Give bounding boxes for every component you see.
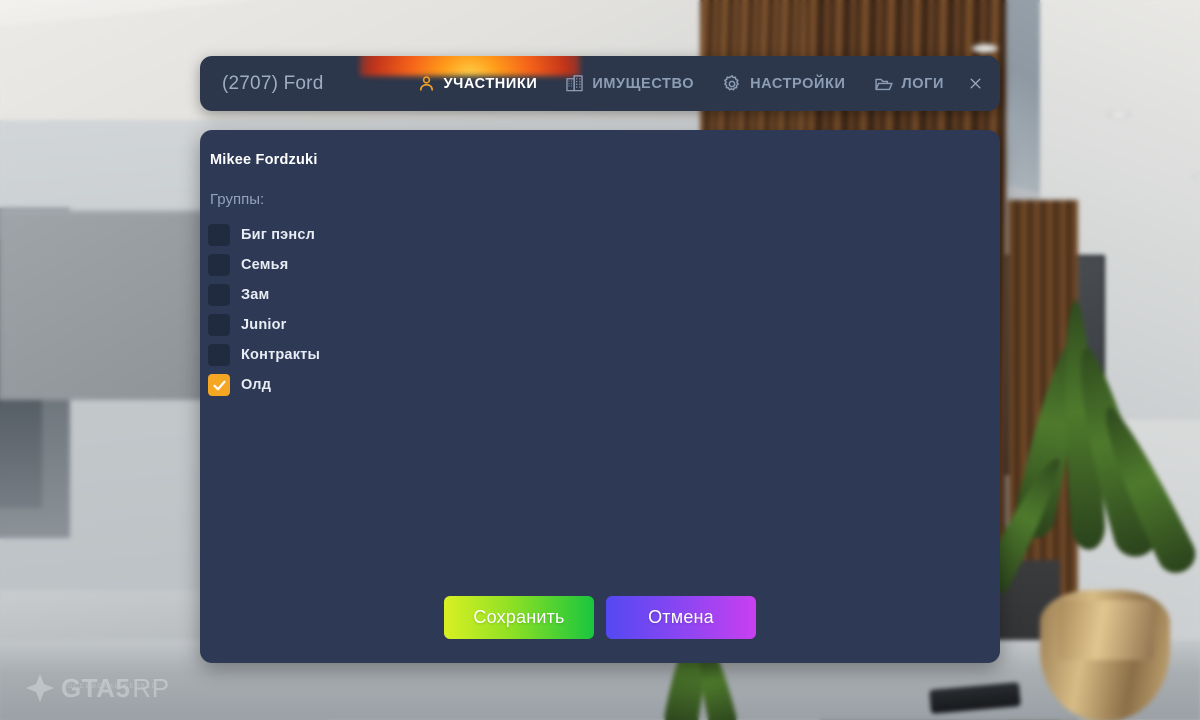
- gta5rp-watermark: GTA5RP РОССИЙСКИЙ СЕРВЕР: [26, 674, 170, 702]
- group-row-old[interactable]: Олд: [208, 374, 320, 396]
- group-label-semya: Семья: [241, 257, 289, 273]
- tab-settings[interactable]: НАСТРОЙКИ: [708, 56, 859, 111]
- action-button-row: Сохранить Отмена: [200, 596, 1000, 639]
- building-icon: [565, 74, 584, 93]
- ceiling-spotlight: [1106, 110, 1132, 119]
- wall-monitor: [0, 210, 230, 400]
- groups-section-label: Группы:: [210, 191, 265, 208]
- save-button[interactable]: Сохранить: [444, 596, 594, 639]
- group-row-zam[interactable]: Зам: [208, 284, 320, 306]
- group-label-zam: Зам: [241, 287, 270, 303]
- tab-logs[interactable]: ЛОГИ: [860, 56, 959, 111]
- ceiling-spotlight: [972, 44, 998, 53]
- group-label-kontrakty: Контракты: [241, 347, 321, 363]
- tab-property-label: ИМУЩЕСТВО: [592, 75, 695, 92]
- watermark-tagline: РОССИЙСКИЙ СЕРВЕР: [62, 684, 158, 690]
- star-icon: [26, 674, 54, 702]
- tab-bar: УЧАСТНИКИ ИМУЩЕСТВО НАСТРОЙКИ ЛОГИ: [403, 56, 1001, 111]
- checkbox-junior[interactable]: [208, 314, 230, 336]
- checkbox-kontrakty[interactable]: [208, 344, 230, 366]
- gear-icon: [722, 74, 742, 94]
- group-row-big-pensl[interactable]: Биг пэнсл: [208, 224, 320, 246]
- groups-checkbox-list: Биг пэнсл Семья Зам Junior Контракты Олд: [208, 224, 320, 396]
- group-row-kontrakty[interactable]: Контракты: [208, 344, 320, 366]
- group-label-big-pensl: Биг пэнсл: [241, 227, 316, 243]
- tab-participants-label: УЧАСТНИКИ: [443, 75, 538, 92]
- page-title: (2707) Ford: [222, 72, 324, 94]
- tab-property[interactable]: ИМУЩЕСТВО: [551, 56, 708, 111]
- tab-participants[interactable]: УЧАСТНИКИ: [403, 56, 552, 111]
- checkbox-zam[interactable]: [208, 284, 230, 306]
- group-label-old: Олд: [241, 377, 272, 393]
- group-row-junior[interactable]: Junior: [208, 314, 320, 336]
- checkbox-big-pensl[interactable]: [208, 224, 230, 246]
- checkbox-semya[interactable]: [208, 254, 230, 276]
- folder-icon: [874, 74, 894, 94]
- group-label-junior: Junior: [241, 317, 287, 333]
- bronze-vase-body: [1058, 600, 1153, 660]
- cancel-button[interactable]: Отмена: [606, 596, 756, 639]
- group-row-semya[interactable]: Семья: [208, 254, 320, 276]
- user-icon: [417, 74, 436, 93]
- member-detail-panel: Mikee Fordzuki Группы: Биг пэнсл Семья З…: [200, 130, 1000, 663]
- window-header-bar: (2707) Ford УЧАСТНИКИ ИМУЩЕСТВО НАСТРОЙК…: [200, 56, 1000, 111]
- tab-settings-label: НАСТРОЙКИ: [750, 75, 846, 92]
- member-name: Mikee Fordzuki: [210, 152, 318, 168]
- tab-logs-label: ЛОГИ: [901, 75, 944, 92]
- close-icon[interactable]: [958, 56, 992, 111]
- checkbox-old[interactable]: [208, 374, 230, 396]
